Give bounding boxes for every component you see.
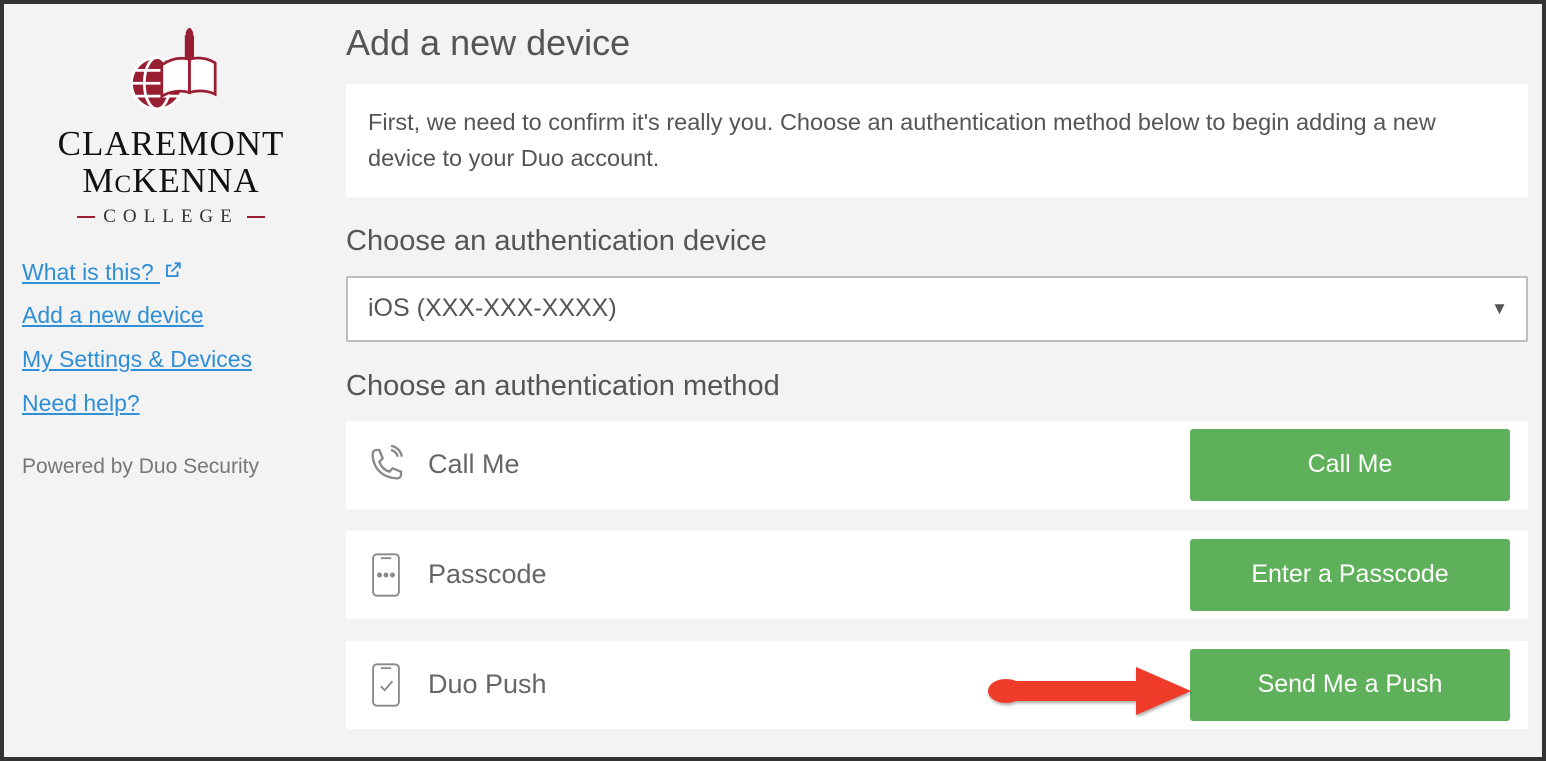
info-message: First, we need to confirm it's really yo…	[346, 84, 1528, 197]
sidebar: CLAREMONT MCKENNA COLLEGE What is this?	[18, 18, 328, 743]
method-label-call: Call Me	[428, 449, 520, 480]
method-row-push: Duo Push Send Me a Push	[346, 641, 1528, 729]
logo-mark-icon	[41, 28, 301, 120]
link-need-help[interactable]: Need help?	[22, 389, 140, 419]
device-heading: Choose an authentication device	[346, 225, 1528, 258]
method-label-passcode: Passcode	[428, 559, 547, 590]
phone-call-icon	[364, 443, 408, 487]
logo-text-line1: CLAREMONT	[41, 126, 301, 163]
powered-by-text: Powered by Duo Security	[22, 455, 320, 479]
enter-passcode-button[interactable]: Enter a Passcode	[1190, 539, 1510, 611]
device-select[interactable]: iOS (XXX-XXX-XXXX) ▼	[346, 276, 1528, 342]
org-logo: CLAREMONT MCKENNA COLLEGE	[41, 28, 301, 228]
method-label-push: Duo Push	[428, 669, 547, 700]
logo-college-line: COLLEGE	[41, 206, 301, 228]
sidebar-links: What is this? Add a new device My Settin…	[22, 258, 320, 434]
page-title: Add a new device	[346, 22, 1528, 64]
call-me-button[interactable]: Call Me	[1190, 429, 1510, 501]
duo-prompt-frame: CLAREMONT MCKENNA COLLEGE What is this?	[0, 0, 1546, 761]
logo-text-line2: MCKENNA	[41, 163, 301, 200]
device-select-value: iOS (XXX-XXX-XXXX)	[368, 294, 617, 323]
duo-push-icon	[364, 663, 408, 707]
method-heading: Choose an authentication method	[346, 370, 1528, 403]
main-panel: Add a new device First, we need to confi…	[328, 18, 1528, 743]
link-what-is-this[interactable]: What is this?	[22, 258, 182, 288]
passcode-icon	[364, 553, 408, 597]
send-push-button[interactable]: Send Me a Push	[1190, 649, 1510, 721]
link-settings-devices[interactable]: My Settings & Devices	[22, 345, 252, 375]
external-link-icon	[164, 258, 182, 284]
method-row-passcode: Passcode Enter a Passcode	[346, 531, 1528, 619]
link-add-device[interactable]: Add a new device	[22, 301, 204, 331]
method-row-call: Call Me Call Me	[346, 421, 1528, 509]
callout-arrow-icon	[986, 665, 1196, 722]
dropdown-arrow-icon: ▼	[1491, 299, 1508, 319]
